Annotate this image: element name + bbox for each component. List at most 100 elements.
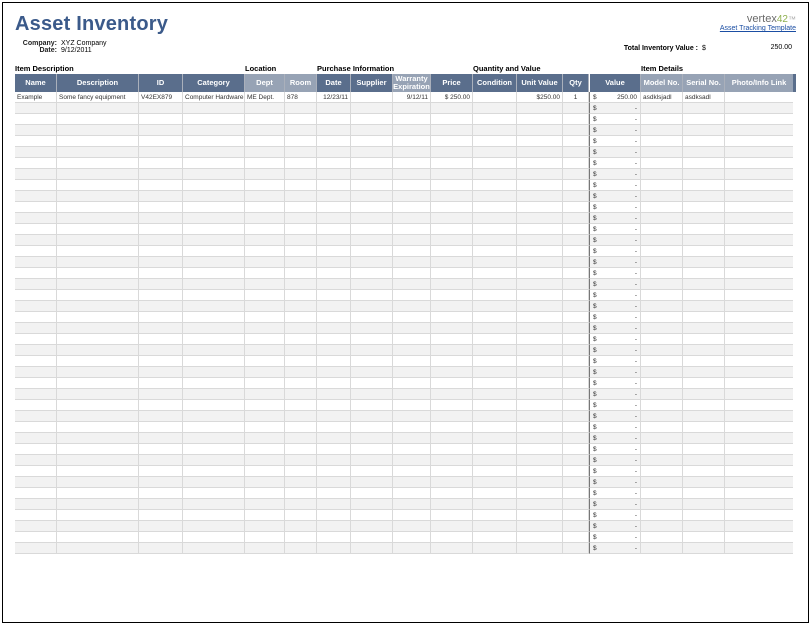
cell[interactable] (641, 422, 683, 433)
cell[interactable] (431, 301, 473, 312)
cell[interactable] (183, 224, 245, 235)
cell[interactable] (317, 499, 351, 510)
cell[interactable] (725, 411, 793, 422)
cell[interactable] (139, 532, 183, 543)
cell[interactable] (683, 411, 725, 422)
cell[interactable] (183, 103, 245, 114)
cell[interactable] (351, 444, 393, 455)
cell[interactable] (245, 213, 285, 224)
cell-value[interactable]: $- (589, 477, 641, 488)
cell[interactable] (563, 444, 589, 455)
cell[interactable] (245, 180, 285, 191)
cell[interactable]: 9/12/11 (393, 92, 431, 103)
cell[interactable] (139, 411, 183, 422)
cell-value[interactable]: $- (589, 246, 641, 257)
cell[interactable] (183, 169, 245, 180)
cell[interactable] (57, 125, 139, 136)
cell[interactable] (183, 521, 245, 532)
cell[interactable] (15, 345, 57, 356)
cell[interactable] (725, 543, 793, 554)
cell[interactable] (641, 389, 683, 400)
cell[interactable] (317, 202, 351, 213)
cell[interactable] (683, 257, 725, 268)
cell[interactable] (285, 499, 317, 510)
cell[interactable] (245, 103, 285, 114)
cell[interactable] (139, 367, 183, 378)
cell[interactable] (393, 532, 431, 543)
cell[interactable] (683, 455, 725, 466)
cell[interactable] (317, 268, 351, 279)
cell[interactable] (393, 477, 431, 488)
cell-value[interactable]: $- (589, 455, 641, 466)
cell[interactable] (317, 510, 351, 521)
cell[interactable] (351, 136, 393, 147)
cell[interactable] (431, 147, 473, 158)
cell[interactable] (285, 191, 317, 202)
cell[interactable] (431, 477, 473, 488)
cell[interactable] (351, 224, 393, 235)
cell[interactable] (725, 147, 793, 158)
cell[interactable] (725, 312, 793, 323)
cell[interactable] (285, 301, 317, 312)
cell[interactable] (15, 466, 57, 477)
cell[interactable] (517, 422, 563, 433)
cell-value[interactable]: $250.00 (589, 92, 641, 103)
cell[interactable] (285, 169, 317, 180)
cell[interactable] (563, 125, 589, 136)
cell[interactable] (139, 246, 183, 257)
cell[interactable] (245, 191, 285, 202)
cell[interactable] (431, 400, 473, 411)
cell[interactable] (473, 246, 517, 257)
cell[interactable] (139, 477, 183, 488)
cell[interactable] (285, 114, 317, 125)
cell[interactable] (393, 488, 431, 499)
cell[interactable] (139, 136, 183, 147)
cell[interactable] (725, 488, 793, 499)
cell[interactable] (317, 224, 351, 235)
cell[interactable] (317, 257, 351, 268)
cell[interactable] (245, 235, 285, 246)
cell[interactable] (351, 180, 393, 191)
cell[interactable] (57, 422, 139, 433)
cell[interactable] (139, 279, 183, 290)
cell[interactable] (641, 433, 683, 444)
cell[interactable] (517, 521, 563, 532)
cell[interactable] (517, 323, 563, 334)
cell[interactable] (183, 532, 245, 543)
cell[interactable] (393, 169, 431, 180)
cell[interactable] (285, 345, 317, 356)
cell[interactable] (517, 213, 563, 224)
cell[interactable] (139, 334, 183, 345)
cell[interactable] (57, 477, 139, 488)
cell[interactable] (473, 279, 517, 290)
cell[interactable] (473, 180, 517, 191)
cell[interactable] (393, 180, 431, 191)
cell[interactable] (351, 290, 393, 301)
cell[interactable] (563, 543, 589, 554)
cell[interactable] (563, 345, 589, 356)
cell[interactable] (393, 191, 431, 202)
cell[interactable] (15, 367, 57, 378)
cell[interactable] (139, 345, 183, 356)
cell[interactable] (683, 136, 725, 147)
cell[interactable] (183, 356, 245, 367)
cell[interactable] (245, 257, 285, 268)
cell[interactable] (725, 279, 793, 290)
cell[interactable] (393, 422, 431, 433)
cell[interactable] (517, 169, 563, 180)
cell[interactable] (431, 510, 473, 521)
cell[interactable] (563, 202, 589, 213)
cell[interactable] (351, 334, 393, 345)
cell[interactable] (563, 224, 589, 235)
cell[interactable] (317, 334, 351, 345)
cell[interactable] (517, 455, 563, 466)
cell[interactable]: ME Dept. (245, 92, 285, 103)
cell[interactable]: $ 250.00 (431, 92, 473, 103)
cell[interactable] (15, 488, 57, 499)
cell[interactable] (393, 444, 431, 455)
cell[interactable] (317, 466, 351, 477)
cell[interactable] (393, 411, 431, 422)
cell[interactable] (15, 433, 57, 444)
cell[interactable] (683, 114, 725, 125)
cell[interactable] (725, 400, 793, 411)
